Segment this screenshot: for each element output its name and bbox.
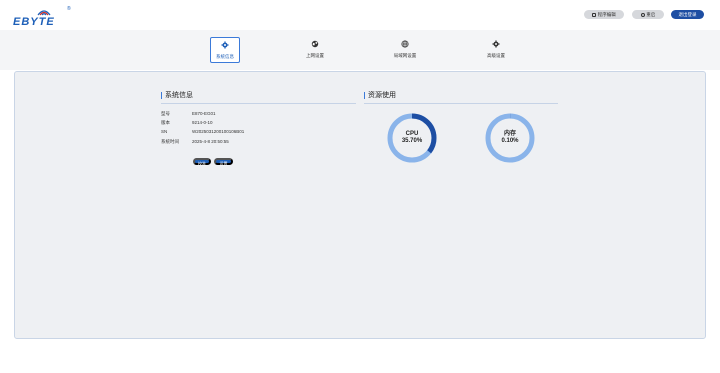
- tab-internet-settings-label: 上网设置: [306, 53, 324, 58]
- resources-divider: [364, 103, 558, 104]
- info-label-system-time: 系统时间: [161, 139, 179, 144]
- memory-usage-label: 内存 0.10%: [480, 131, 540, 145]
- info-value-system-time: 2025-4-8 20:50:55: [192, 139, 229, 144]
- restart-button[interactable]: 重启: [632, 10, 664, 19]
- logo-text: EBYTE: [13, 16, 55, 28]
- network-icon: [401, 40, 409, 48]
- cpu-usage-label: CPU 35.70%: [382, 131, 442, 145]
- tab-internet-settings[interactable]: 上网设置: [300, 37, 330, 63]
- calibrate-button[interactable]: 校准: [193, 158, 211, 166]
- info-value-version: 9214-0-10: [192, 120, 213, 125]
- tab-advanced-settings[interactable]: 高级设置: [481, 37, 511, 63]
- power-icon: [640, 12, 645, 17]
- tab-system-info-label: 系统信息: [216, 54, 234, 59]
- logout-button[interactable]: 退出登录: [671, 10, 704, 19]
- footer: [0, 344, 720, 373]
- gear-icon: [221, 41, 229, 49]
- update-program-label: 程序编辑: [597, 12, 616, 17]
- registered-mark: ®: [67, 6, 71, 12]
- cpu-name: CPU: [405, 131, 419, 137]
- tab-advanced-settings-label: 高级设置: [487, 53, 505, 58]
- info-label-model: 型号: [161, 111, 170, 116]
- info-label-version: 版本: [161, 120, 170, 125]
- update-program-button[interactable]: 程序编辑: [584, 10, 624, 19]
- resources-title: 资源使用: [364, 92, 396, 99]
- cpu-value: 35.70%: [401, 138, 423, 144]
- system-info-title: 系统信息: [161, 92, 193, 99]
- globe-icon: [311, 40, 319, 48]
- memory-value: 0.10%: [501, 138, 519, 144]
- tab-lan-settings[interactable]: 局域网设置: [390, 37, 420, 63]
- cog-icon: [492, 40, 500, 48]
- edit-icon: [592, 12, 597, 17]
- tab-lan-settings-label: 局域网设置: [393, 53, 417, 58]
- wifi-logo-icon: [37, 10, 51, 16]
- info-value-sn: W2025031200100106B01: [192, 129, 245, 134]
- tab-system-info[interactable]: 系统信息: [210, 37, 240, 63]
- system-info-divider: [161, 103, 356, 104]
- set-time-button[interactable]: 设置: [214, 158, 233, 166]
- memory-name: 内存: [503, 131, 516, 137]
- header: EBYTE ® 程序编辑 重启 退出登录: [0, 0, 720, 30]
- restart-label: 重启: [646, 12, 656, 17]
- info-label-sn: SN: [161, 129, 168, 134]
- top-nav: 系统信息 上网设置 局域网设置 高级设置: [0, 30, 720, 70]
- main-panel: [14, 71, 706, 339]
- info-value-model: E870-EG01: [192, 111, 216, 116]
- ebyte-logo: EBYTE ®: [13, 6, 75, 28]
